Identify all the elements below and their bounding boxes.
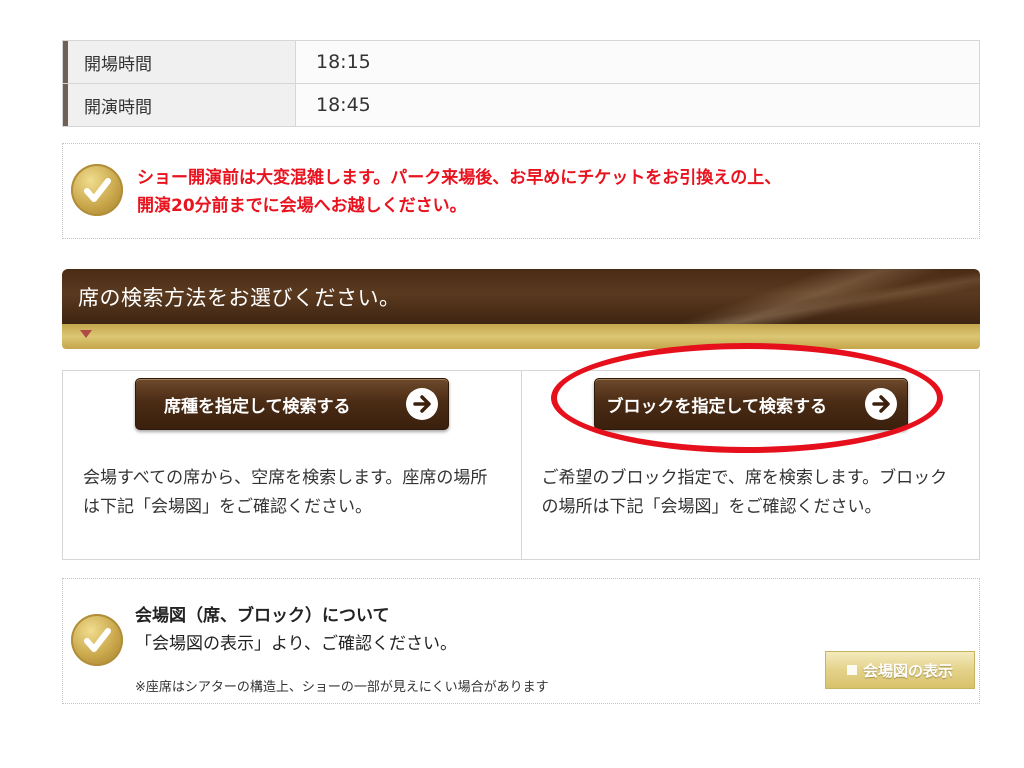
notice-text: ショー開演前は大変混雑します。パーク来場後、お早めにチケットをお引換えの上、 開… <box>137 164 959 220</box>
schedule-value: 18:15 <box>296 41 979 83</box>
section-title: 席の検索方法をお選びください。 <box>78 286 401 310</box>
arrow-right-icon <box>864 388 897 420</box>
notice-line: ショー開演前は大変混雑します。パーク来場後、お早めにチケットをお引換えの上、 <box>137 168 782 188</box>
show-venue-map-button[interactable]: 会場図の表示 <box>825 651 975 689</box>
seat-type-search-column: 席種を指定して検索する 会場すべての席から、空席を検索します。座席の場所は下記「… <box>63 371 521 559</box>
section-header-band <box>62 324 980 349</box>
block-description: ご希望のブロック指定で、席を検索します。ブロックの場所は下記「会場図」をご確認く… <box>541 468 948 517</box>
button-label: 席種を指定して検索する <box>164 396 351 417</box>
section-header-bar: 席の検索方法をお選びください。 <box>62 269 980 324</box>
square-icon <box>846 665 857 675</box>
venue-map-subtitle: 「会場図の表示」より、ご確認ください。 <box>135 634 457 654</box>
arrow-right-icon <box>406 388 438 420</box>
schedule-row-open: 開場時間 18:15 <box>63 41 979 84</box>
schedule-label: 開演時間 <box>63 84 296 126</box>
schedule-row-start: 開演時間 18:45 <box>63 84 979 127</box>
button-label: 会場図の表示 <box>862 661 953 680</box>
notice-line: 開演20分前までに会場へお越しください。 <box>137 196 467 216</box>
section-header: 席の検索方法をお選びください。 <box>62 269 980 349</box>
search-by-block-button[interactable]: ブロックを指定して検索する <box>593 378 908 430</box>
venue-map-info: 会場図（席、ブロック）について 「会場図の表示」より、ご確認ください。 ※座席は… <box>62 578 980 704</box>
check-icon <box>71 164 123 216</box>
crowd-notice: ショー開演前は大変混雑します。パーク来場後、お早めにチケットをお引換えの上、 開… <box>62 143 980 239</box>
triangle-down-icon <box>80 330 92 338</box>
seat-type-description: 会場すべての席から、空席を検索します。座席の場所は下記「会場図」をご確認ください… <box>83 468 488 517</box>
search-by-seat-type-button[interactable]: 席種を指定して検索する <box>135 378 449 430</box>
button-label: ブロックを指定して検索する <box>606 396 828 417</box>
check-icon <box>71 614 123 666</box>
venue-map-title: 会場図（席、ブロック）について <box>135 606 390 626</box>
schedule-value: 18:45 <box>296 84 979 126</box>
schedule-label: 開場時間 <box>63 41 296 83</box>
schedule-table: 開場時間 18:15 開演時間 18:45 <box>62 40 980 127</box>
search-method-panel: 席種を指定して検索する 会場すべての席から、空席を検索します。座席の場所は下記「… <box>62 370 980 560</box>
venue-map-note: ※座席はシアターの構造上、ショーの一部が見えにくい場合があります <box>135 680 549 695</box>
block-search-column: ブロックを指定して検索する ご希望のブロック指定で、席を検索します。ブロックの場… <box>520 371 980 559</box>
